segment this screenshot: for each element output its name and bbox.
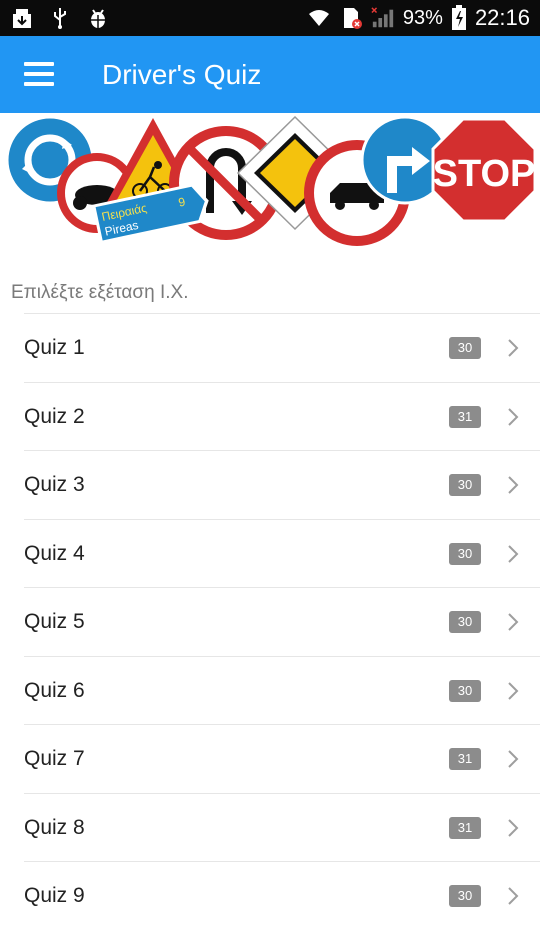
chevron-right-icon [508,750,519,768]
quiz-list-item[interactable]: Quiz 1 30 [24,313,540,382]
quiz-list-item[interactable]: Quiz 8 31 [24,792,540,862]
clock: 22:16 [474,5,530,30]
quiz-list-item[interactable]: Quiz 2 31 [24,381,540,451]
question-count-badge: 31 [449,405,481,428]
quiz-label: Quiz 5 [24,610,85,633]
road-signs-banner: STOP Πειραιάς Pireas 9 [0,113,540,255]
app-bar: Driver's Quiz [0,36,540,113]
stop-sign-icon: STOP [431,117,537,223]
quiz-list-item[interactable]: Quiz 4 30 [24,518,540,588]
quiz-label: Quiz 6 [24,678,85,702]
road-signs-illustration: STOP Πειραιάς Pireas 9 [5,115,537,246]
signal-icon [371,7,394,28]
quiz-list: Quiz 1 30 Quiz 2 31 Quiz 3 30 Quiz 4 30 Quiz 5 30… [0,313,540,930]
chevron-right-icon [508,613,519,631]
question-count-badge: 30 [449,474,481,496]
quiz-label: Quiz 1 [24,336,85,359]
chevron-right-icon [508,476,519,494]
chevron-right-icon [508,544,519,563]
quiz-label: Quiz 7 [24,747,85,770]
android-debug-icon [91,9,105,28]
status-bar-left [10,5,110,31]
status-bar: 93% 22:16 [0,0,540,36]
quiz-label: Quiz 3 [24,473,85,496]
question-count-badge: 31 [449,748,481,770]
quiz-list-item[interactable]: Quiz 6 30 [24,655,540,725]
exam-selection-heading: Επιλέξτε εξέταση Ι.Χ. [11,282,189,303]
stop-sign-text: STOP [433,153,536,195]
quiz-label: Quiz 9 [24,884,85,907]
chevron-right-icon [508,681,519,700]
question-count-badge: 30 [449,885,481,907]
question-count-badge: 30 [449,542,481,565]
status-bar-right: 93% 22:16 [307,0,530,36]
quiz-label: Quiz 4 [24,541,85,565]
chevron-right-icon [508,818,519,837]
wifi-icon [308,10,329,26]
battery-charging-icon [451,5,466,30]
chevron-right-icon [508,887,519,905]
chevron-right-icon [508,407,519,426]
app-title: Driver's Quiz [102,59,262,90]
usb-icon [54,8,66,29]
quiz-list-item[interactable]: Quiz 5 30 [24,587,540,656]
chevron-right-icon [508,339,519,357]
question-count-badge: 30 [449,337,481,359]
sim-error-icon [343,8,362,29]
question-count-badge: 30 [449,679,481,702]
question-count-badge: 31 [449,816,481,839]
battery-percent: 93% [402,6,443,29]
quiz-list-item[interactable]: Quiz 9 30 [24,861,540,930]
question-count-badge: 30 [449,611,481,633]
quiz-label: Quiz 8 [24,815,85,839]
hamburger-menu-icon[interactable] [24,62,54,86]
quiz-label: Quiz 2 [24,404,85,428]
quiz-list-item[interactable]: Quiz 7 31 [24,724,540,793]
quiz-list-item[interactable]: Quiz 3 30 [24,450,540,519]
download-icon [13,9,31,28]
